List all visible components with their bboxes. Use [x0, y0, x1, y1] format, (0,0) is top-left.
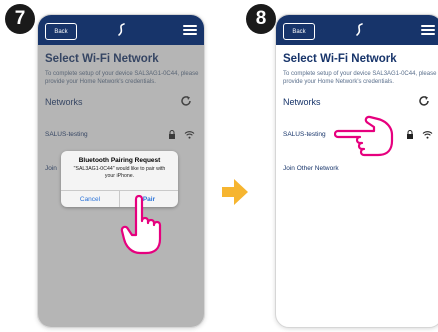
phone-screen-step-8: Back Select Wi-Fi Network To complete se… [275, 14, 438, 328]
cancel-button[interactable]: Cancel [61, 191, 120, 207]
wifi-icon [422, 131, 433, 139]
top-bar: Back [38, 15, 204, 45]
step-number-badge: 8 [246, 4, 276, 34]
page-subtitle: To complete setup of your device SAL3AG1… [283, 71, 437, 85]
lock-icon [407, 130, 413, 139]
back-button[interactable]: Back [45, 23, 77, 40]
top-bar: Back [276, 15, 438, 45]
hamburger-menu-icon[interactable] [421, 25, 435, 35]
join-other-network-link[interactable]: Join Other Network [283, 165, 339, 172]
pointing-hand-icon [334, 115, 394, 157]
page-title: Select Wi-Fi Network [283, 53, 397, 65]
dialog-title: Bluetooth Pairing Request [78, 157, 161, 164]
refresh-icon[interactable] [418, 95, 430, 107]
salus-logo-icon [118, 23, 125, 36]
networks-heading: Networks [283, 97, 321, 107]
network-item-salus-testing[interactable]: SALUS-testing [283, 131, 326, 138]
hamburger-menu-icon[interactable] [183, 25, 197, 35]
salus-logo-icon [356, 23, 363, 36]
next-step-arrow-icon [222, 179, 248, 205]
phone-screen-step-7: Back Select Wi-Fi Network To complete se… [37, 14, 205, 328]
back-button[interactable]: Back [283, 23, 315, 40]
pointing-hand-icon [120, 194, 162, 255]
dialog-message: "SAL3AG1-0C44" would like to pair with y… [73, 166, 166, 179]
step-number-badge: 7 [5, 4, 35, 34]
